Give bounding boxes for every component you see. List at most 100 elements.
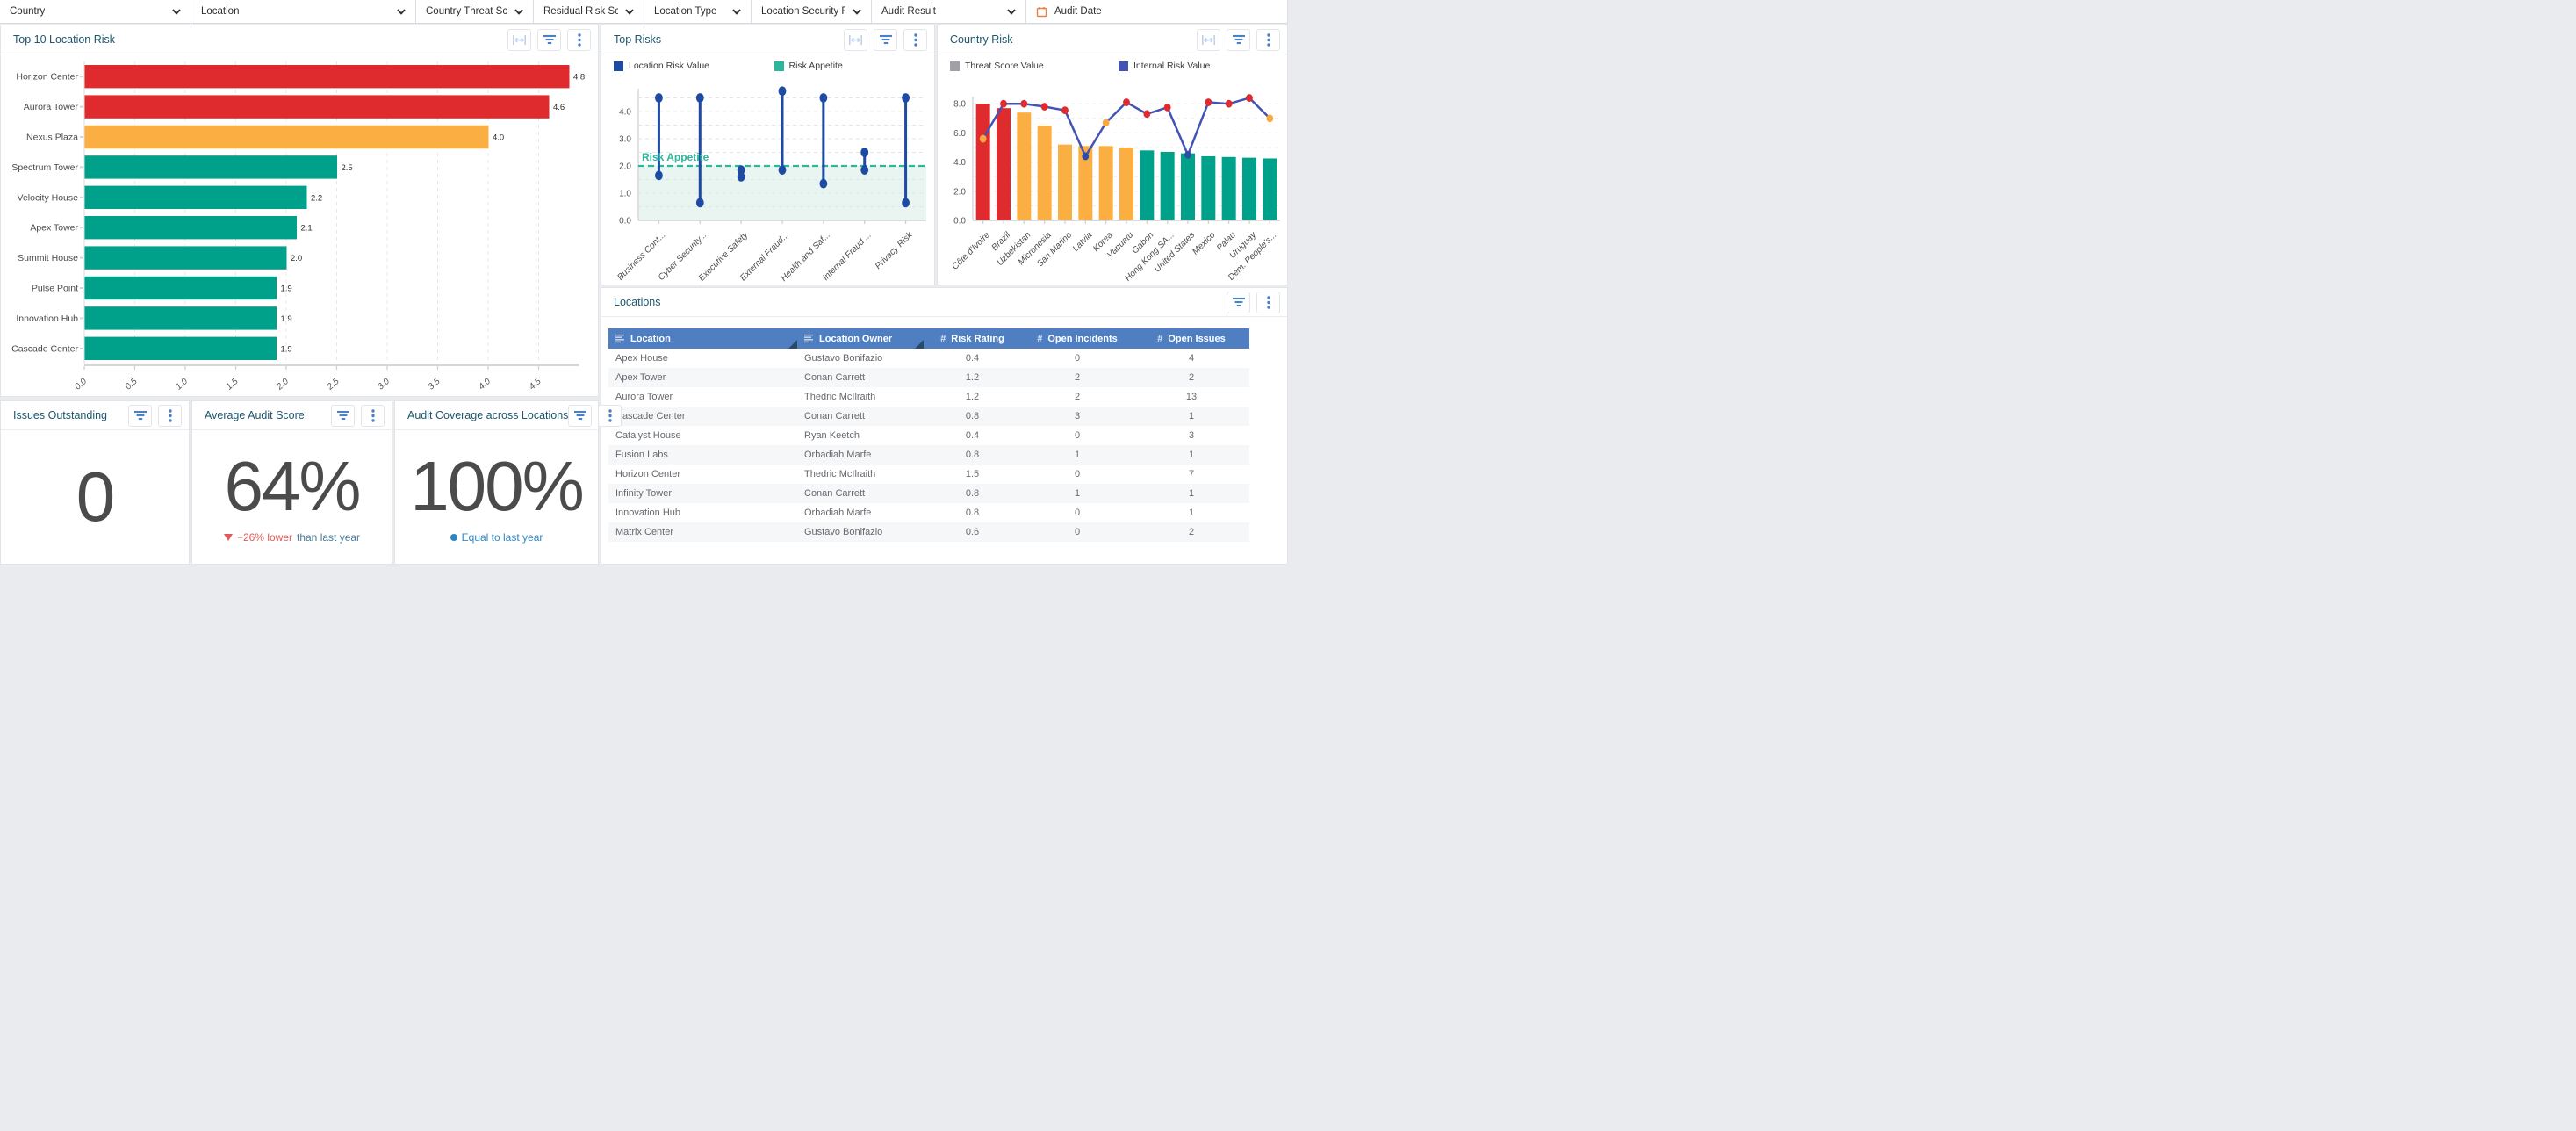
bar-uzbekistan[interactable] — [1017, 112, 1031, 220]
bar-palau[interactable] — [1222, 157, 1236, 220]
filter-button[interactable] — [537, 29, 561, 51]
table-row[interactable]: Apex HouseGustavo Bonifazio0.404 — [608, 349, 1249, 368]
bar-category-label: Summit House — [18, 253, 78, 263]
bar-c-te-d-ivoire[interactable] — [976, 104, 990, 220]
table-row[interactable]: Matrix CenterGustavo Bonifazio0.602 — [608, 522, 1249, 542]
point-brazil[interactable] — [1000, 100, 1007, 108]
point-vanuatu[interactable] — [1123, 98, 1130, 106]
kebab-menu-icon — [371, 409, 375, 422]
column-header-open-incidents[interactable]: #Open Incidents — [1021, 328, 1133, 349]
fit-width-button[interactable] — [507, 29, 531, 51]
cell-open-issues: 2 — [1133, 368, 1249, 387]
bar-uruguay[interactable] — [1242, 158, 1256, 220]
filter-button[interactable] — [128, 405, 152, 427]
legend-label: Internal Risk Value — [1133, 61, 1210, 71]
bar-apex-tower[interactable] — [85, 216, 298, 239]
legend-label: Location Risk Value — [629, 61, 709, 71]
menu-button[interactable] — [361, 405, 385, 427]
bar-vanuatu[interactable] — [1119, 148, 1133, 220]
menu-button[interactable] — [903, 29, 927, 51]
menu-button[interactable] — [1256, 292, 1280, 313]
filter-location-type[interactable]: Location Type — [644, 0, 752, 23]
table-row[interactable]: Innovation HubOrbadiah Marfe0.801 — [608, 503, 1249, 522]
point-uzbekistan[interactable] — [1020, 100, 1027, 108]
panel-title: Audit Coverage across Locations — [407, 409, 568, 421]
cell-risk-rating: 0.4 — [924, 426, 1021, 445]
bar-innovation-hub[interactable] — [85, 306, 277, 329]
point-c-te-d-ivoire[interactable] — [980, 135, 987, 143]
bar-cascade-center[interactable] — [85, 337, 277, 360]
bar-dem-people-s[interactable] — [1263, 158, 1277, 220]
filter-location[interactable]: Location — [191, 0, 416, 23]
table-row[interactable]: Infinity TowerConan Carrett0.811 — [608, 484, 1249, 503]
filter-country[interactable]: Country — [0, 0, 191, 23]
point-korea[interactable] — [1103, 119, 1110, 126]
fit-width-button[interactable] — [1197, 29, 1220, 51]
column-header-location[interactable]: Location — [608, 328, 797, 349]
filter-button[interactable] — [1227, 292, 1250, 313]
menu-button[interactable] — [598, 405, 622, 427]
legend-item[interactable]: Threat Score Value — [950, 61, 1119, 71]
filter-button[interactable] — [331, 405, 355, 427]
bar-spectrum-tower[interactable] — [85, 155, 338, 178]
bar-brazil[interactable] — [997, 108, 1011, 220]
fit-width-button[interactable] — [844, 29, 867, 51]
dumbbell-internal-fraud[interactable] — [860, 148, 868, 175]
table-row[interactable]: Cascade CenterConan Carrett0.831 — [608, 407, 1249, 426]
filter-location-security-risk[interactable]: Location Security Risk — [752, 0, 872, 23]
filter-residual-risk-score[interactable]: Residual Risk Score — [534, 0, 644, 23]
point-palau[interactable] — [1226, 100, 1233, 108]
filter-audit-date[interactable]: Audit Date — [1026, 0, 1288, 23]
table-row[interactable]: Aurora TowerThedric McIlraith1.2213 — [608, 387, 1249, 407]
point-micronesia[interactable] — [1041, 103, 1048, 111]
kpi-body: 0 — [1, 430, 189, 564]
cell-location-owner: Gustavo Bonifazio — [797, 349, 924, 368]
menu-button[interactable] — [1256, 29, 1280, 51]
filter-button[interactable] — [874, 29, 897, 51]
point-hong-kong-sa[interactable] — [1164, 104, 1171, 112]
bar-san-marino[interactable] — [1058, 145, 1072, 220]
bar-summit-house[interactable] — [85, 246, 287, 269]
point-gabon[interactable] — [1143, 110, 1150, 118]
table-row[interactable]: Catalyst HouseRyan Keetch0.403 — [608, 426, 1249, 445]
legend-item[interactable]: Internal Risk Value — [1119, 61, 1287, 71]
point-uruguay[interactable] — [1246, 94, 1253, 102]
table-row[interactable]: Horizon CenterThedric McIlraith1.507 — [608, 465, 1249, 484]
column-header-open-issues[interactable]: #Open Issues — [1133, 328, 1249, 349]
bar-micronesia[interactable] — [1038, 126, 1052, 220]
legend-item[interactable]: Risk Appetite — [774, 61, 935, 71]
cell-risk-rating: 1.2 — [924, 387, 1021, 407]
table-row[interactable]: Fusion LabsOrbadiah Marfe0.811 — [608, 445, 1249, 465]
filter-button[interactable] — [1227, 29, 1250, 51]
filter-country-threat-score[interactable]: Country Threat Score — [416, 0, 534, 23]
column-header-location-owner[interactable]: Location Owner — [797, 328, 924, 349]
filter-audit-result[interactable]: Audit Result — [872, 0, 1026, 23]
bar-nexus-plaza[interactable] — [85, 126, 489, 148]
menu-button[interactable] — [567, 29, 591, 51]
table-row[interactable]: Apex TowerConan Carrett1.222 — [608, 368, 1249, 387]
bar-mexico[interactable] — [1201, 156, 1215, 220]
column-header-risk-rating[interactable]: #Risk Rating — [924, 328, 1021, 349]
cell-location: Fusion Labs — [608, 445, 797, 465]
bar-aurora-tower[interactable] — [85, 95, 550, 118]
menu-button[interactable] — [158, 405, 182, 427]
point-united-states[interactable] — [1184, 151, 1191, 159]
bar-united-states[interactable] — [1181, 154, 1195, 220]
filter-button[interactable] — [568, 405, 592, 427]
filter-label: Audit Date — [1054, 6, 1102, 17]
point-dem-people-s[interactable] — [1266, 114, 1273, 122]
bar-hong-kong-sa[interactable] — [1161, 152, 1175, 220]
point-latvia[interactable] — [1082, 153, 1089, 161]
panel-header: Top Risks — [601, 25, 934, 54]
y-axis-label: 6.0 — [953, 129, 966, 139]
bar-pulse-point[interactable] — [85, 277, 277, 299]
number-column-icon: # — [1157, 334, 1162, 344]
legend-item[interactable]: Location Risk Value — [614, 61, 774, 71]
dumbbell-external-fraud[interactable] — [779, 86, 787, 175]
bar-velocity-house[interactable] — [85, 186, 307, 209]
bar-korea[interactable] — [1099, 146, 1113, 220]
point-san-marino[interactable] — [1061, 106, 1069, 114]
point-mexico[interactable] — [1205, 98, 1212, 106]
bar-horizon-center[interactable] — [85, 65, 570, 88]
bar-gabon[interactable] — [1140, 150, 1154, 220]
